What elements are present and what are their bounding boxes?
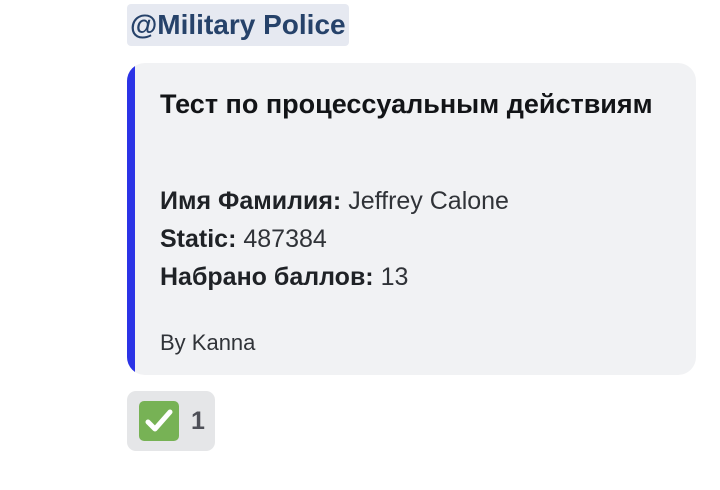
field-score-label: Набрано баллов: (160, 263, 374, 291)
field-name-label: Имя Фамилия: (160, 187, 342, 215)
embed-footer: By Kanna (160, 330, 256, 355)
embed-card: Тест по процессуальным действиям Имя Фам… (127, 63, 696, 375)
field-score-value: 13 (380, 263, 409, 291)
field-score-row: Набрано баллов: 13 (160, 258, 680, 296)
field-name-row: Имя Фамилия: Jeffrey Calone (160, 182, 680, 220)
field-static-value: 487384 (243, 225, 327, 253)
message-container: @Military Police Тест по процессуальным … (0, 0, 720, 490)
embed-fields: Имя Фамилия: Jeffrey Calone Static: 4873… (160, 182, 680, 296)
field-static-row: Static: 487384 (160, 220, 680, 258)
field-static-label: Static: (160, 225, 237, 253)
embed-title: Тест по процессуальным действиям (160, 89, 653, 119)
white-heavy-check-mark-icon (139, 401, 179, 441)
embed-accent-bar (127, 63, 135, 375)
reaction-count: 1 (191, 406, 205, 435)
reaction-button[interactable]: 1 (127, 391, 215, 451)
field-name-value: Jeffrey Calone (348, 187, 509, 215)
role-mention[interactable]: @Military Police (127, 4, 349, 46)
